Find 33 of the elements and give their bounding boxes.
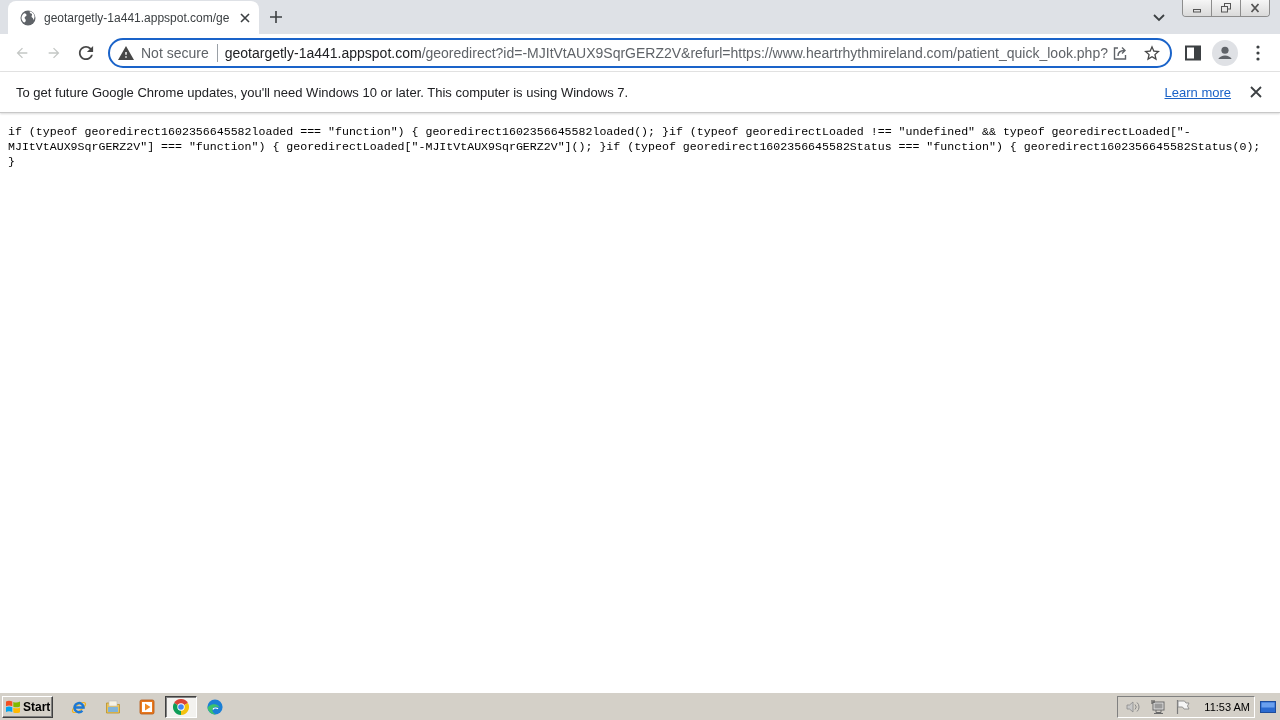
minimize-button[interactable] <box>1183 0 1212 16</box>
learn-more-link[interactable]: Learn more <box>1164 84 1231 100</box>
close-icon[interactable] <box>1248 84 1264 100</box>
warning-icon <box>118 44 134 61</box>
share-icon[interactable] <box>1112 44 1128 61</box>
globe-icon <box>20 9 36 26</box>
close-icon <box>1249 3 1261 13</box>
taskbar-app-button[interactable] <box>165 695 197 718</box>
side-panel-icon[interactable] <box>1185 44 1201 61</box>
reload-icon[interactable] <box>78 44 94 61</box>
clock-text[interactable]: 11:53 AM <box>1204 700 1250 713</box>
swirl-icon <box>207 698 223 715</box>
url-text[interactable]: geotargetly-1a441.appspot.com/georedirect?id=-MJItVtAUX9SqrGERZ2V&refurl=https://www.heartrhythmireland.com/patient_quick_look.php? <box>224 44 1108 61</box>
play-icon <box>139 698 155 715</box>
close-window-button[interactable] <box>1241 0 1269 16</box>
profile-avatar-icon[interactable] <box>1212 39 1238 66</box>
start-button[interactable]: Start <box>2 695 53 718</box>
security-label[interactable]: Not secure <box>141 44 209 61</box>
monitor-icon[interactable] <box>1150 698 1167 715</box>
restore-button[interactable] <box>1212 0 1241 16</box>
infobar-message: To get future Google Chrome updates, you'll need Windows 10 or later. This computer is using Windows 7. <box>16 84 629 100</box>
folder-icon <box>105 698 121 715</box>
restore-icon <box>1220 3 1232 13</box>
menu-icon[interactable] <box>1256 44 1260 61</box>
ring-logo-icon <box>173 698 189 715</box>
star-icon[interactable] <box>1144 44 1160 61</box>
browser-tab[interactable]: geotargetly-1a441.appspot.com/ge <box>8 1 260 34</box>
flag-icon[interactable] <box>1175 698 1192 715</box>
desktop-icon[interactable] <box>1260 700 1276 713</box>
address-bar[interactable]: Not secure geotargetly-1a441.appspot.com/georedirect?id=-MJItVtAUX9SqrGERZ2V&refurl=https://www.heartrhythmireland.com/patient_quick_look.php? <box>108 37 1172 68</box>
waving-flag-icon <box>5 698 21 715</box>
plus-icon[interactable] <box>269 10 284 24</box>
page-source-text: if (typeof georedirect1602356645582loaded === "function") { georedirect1602356645582loaded(); }if (typeof georedirectLoaded !== "undefined" && typeof georedirectLoaded["-MJItVtAUX9SqrGERZ2V"] === "function") { georedirectLoaded["-MJItVtAUX9SqrGERZ2V"](); }if (typeof georedirect1602356645582Status === "function") { georedirect1602356645582Status(0); } <box>7 124 1262 169</box>
